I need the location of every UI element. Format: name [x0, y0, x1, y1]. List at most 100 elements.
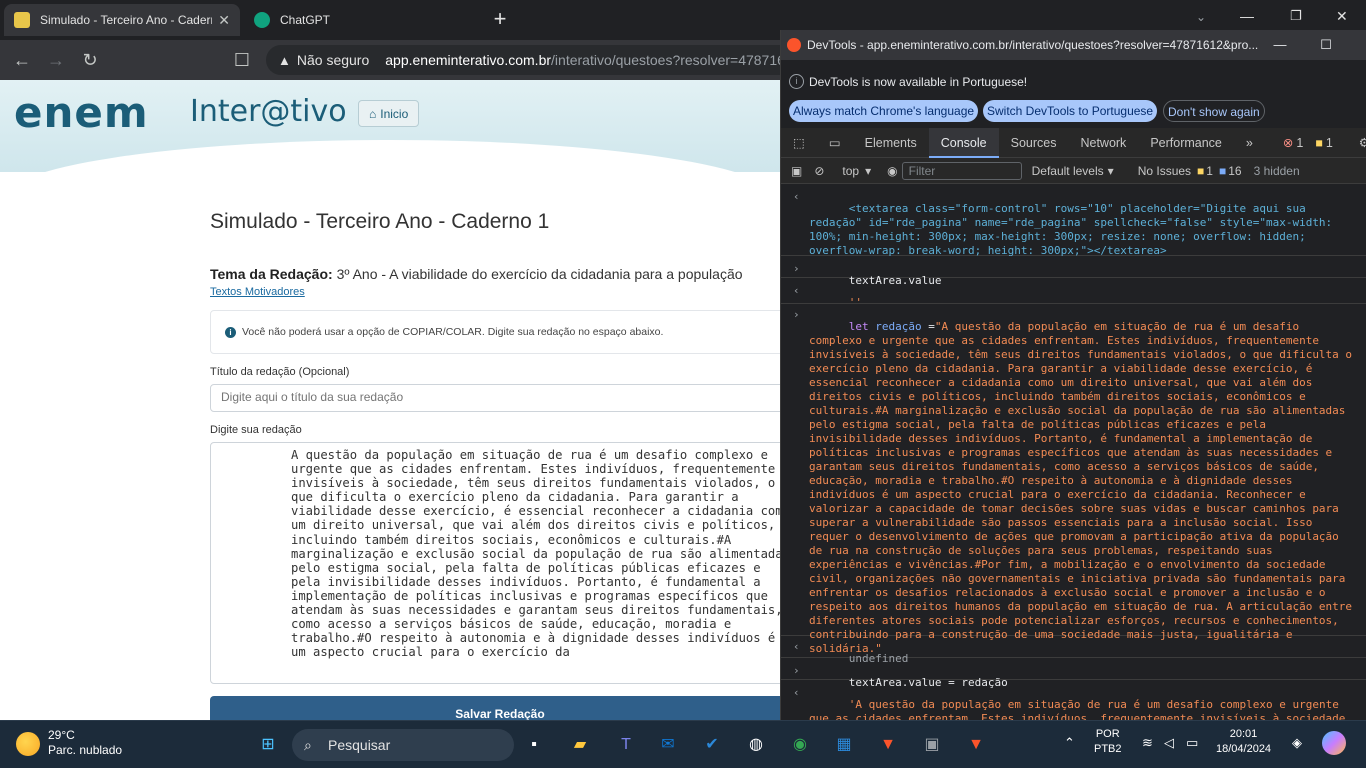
- essay-text: A questão da população em situação de ru…: [291, 448, 780, 660]
- brave-devtools-icon[interactable]: ▼: [960, 729, 992, 761]
- sidebar-icon[interactable]: ▣: [791, 164, 802, 178]
- copilot-icon[interactable]: [1322, 731, 1346, 755]
- device-icon[interactable]: ▭: [817, 128, 853, 158]
- notification-icon[interactable]: ◈: [1292, 735, 1302, 751]
- title-label: Título da redação (Opcional): [210, 366, 350, 378]
- tab-search-icon[interactable]: ⌄: [1196, 10, 1206, 24]
- back-icon[interactable]: ←: [8, 46, 36, 74]
- mail-icon[interactable]: ✉: [652, 729, 684, 761]
- home-icon: ⌂: [369, 106, 377, 121]
- info-icon: i: [789, 74, 804, 89]
- textarea-element[interactable]: <textarea class="form-control" rows="10"…: [809, 202, 1339, 257]
- close-tab-icon[interactable]: ✕: [218, 12, 230, 29]
- chrome-icon[interactable]: ◉: [784, 729, 816, 761]
- devtools-maximize-icon[interactable]: ☐: [1311, 32, 1341, 58]
- tab-title: Simulado - Terceiro Ano - Caderno 1: [40, 13, 212, 27]
- console-command: › let redação ="A questão da população em…: [781, 306, 1366, 655]
- web-page: enem Inter@tivo ⌂ Inicio Simulado - Terc…: [0, 80, 780, 720]
- more-tabs-icon[interactable]: »: [1234, 128, 1265, 158]
- theme-label: Tema da Redação:: [210, 266, 333, 282]
- wifi-icon[interactable]: ≋: [1142, 735, 1153, 751]
- essay-title-input[interactable]: Digite aqui o título da sua redação: [210, 384, 780, 412]
- tab-elements[interactable]: Elements: [853, 128, 929, 158]
- battery-icon[interactable]: ▭: [1186, 735, 1198, 751]
- new-tab-icon[interactable]: +: [486, 6, 514, 34]
- settings-icon[interactable]: ⚙: [1359, 135, 1366, 150]
- brave-taskbar-icon[interactable]: ▼: [872, 729, 904, 761]
- clock[interactable]: 20:01 18/04/2024: [1216, 727, 1271, 757]
- error-icon: ⊗: [1282, 136, 1294, 150]
- issue-info-count: 16: [1228, 163, 1242, 178]
- keyword: let: [848, 320, 869, 333]
- essay-label: Digite sua redação: [210, 424, 302, 436]
- switch-portuguese-button[interactable]: Switch DevTools to Portuguese: [983, 100, 1158, 122]
- motivating-texts-link[interactable]: Textos Motivadores: [210, 286, 305, 298]
- console-result-textarea: ‹ <textarea class="form-control" rows="10…: [781, 188, 1366, 257]
- weather-icon: [16, 732, 40, 756]
- result-arrow-icon: ‹: [793, 190, 800, 203]
- levels-select[interactable]: Default levels: [1032, 164, 1104, 178]
- inspect-icon[interactable]: ⬚: [781, 128, 817, 158]
- result-text: 'A questão da população em situação de r…: [809, 698, 1353, 720]
- save-essay-button[interactable]: Salvar Redação: [210, 696, 780, 720]
- start-icon[interactable]: ⊞: [252, 729, 284, 761]
- dell-icon[interactable]: ◍: [740, 729, 772, 761]
- warning-icon: ■: [1315, 135, 1323, 150]
- language-indicator[interactable]: POR PTB2: [1094, 727, 1122, 757]
- notice-text: Você não poderá usar a opção de COPIAR/C…: [242, 326, 664, 338]
- clear-console-icon[interactable]: ⊘: [814, 164, 824, 178]
- minimize-icon[interactable]: —: [1240, 8, 1254, 24]
- store-icon[interactable]: ▦: [828, 729, 860, 761]
- theme-text: 3º Ano - A viabilidade do exercício da c…: [336, 266, 743, 282]
- volume-icon[interactable]: ◁: [1164, 735, 1174, 751]
- prompt-icon: ›: [793, 664, 800, 677]
- enem-favicon-icon: [14, 12, 30, 28]
- filter-input[interactable]: Filter: [901, 161, 1022, 180]
- weather-widget[interactable]: 29°C Parc. nublado: [16, 728, 122, 758]
- console-output[interactable]: ‹ <textarea class="form-control" rows="10…: [781, 184, 1366, 720]
- devtools-title: DevTools - app.eneminterativo.com.br/int…: [807, 38, 1259, 52]
- tab-performance[interactable]: Performance: [1138, 128, 1234, 158]
- omnibox[interactable]: ▲ Não seguro app.eneminterativo.com.br/i…: [266, 45, 796, 75]
- result-arrow-icon: ‹: [793, 284, 800, 297]
- error-count[interactable]: 1: [1296, 136, 1303, 150]
- issue-info-icon: ■: [1218, 163, 1227, 178]
- devtools-minimize-icon[interactable]: —: [1265, 32, 1295, 58]
- eye-icon[interactable]: ◉: [887, 164, 897, 178]
- app-icon[interactable]: ▣: [916, 729, 948, 761]
- security-label: Não seguro: [296, 52, 370, 68]
- close-window-icon[interactable]: ✕: [1336, 8, 1348, 25]
- context-select[interactable]: top: [842, 164, 859, 178]
- taskbar-search[interactable]: ⌕ Pesquisar: [292, 729, 514, 761]
- task-view-icon[interactable]: ▪: [518, 729, 550, 761]
- teams-icon[interactable]: T: [610, 729, 642, 761]
- dont-show-button[interactable]: Don't show again: [1163, 100, 1265, 122]
- tab-console[interactable]: Console: [928, 127, 999, 158]
- chevron-down-icon: ▾: [1107, 163, 1114, 178]
- interativo-logo: Inter@tivo: [190, 94, 347, 129]
- tab-title: ChatGPT: [280, 13, 331, 27]
- warning-count[interactable]: 1: [1326, 136, 1333, 150]
- maximize-icon[interactable]: ❐: [1290, 8, 1302, 24]
- search-placeholder: Pesquisar: [328, 737, 391, 753]
- browser-tab-chatgpt[interactable]: ChatGPT: [244, 4, 474, 36]
- result-arrow-icon: ‹: [793, 686, 800, 699]
- tray-expand-icon[interactable]: ⌃: [1064, 735, 1075, 751]
- browser-tab-active[interactable]: Simulado - Terceiro Ano - Caderno 1 ✕: [4, 4, 240, 36]
- url-domain: app.eneminterativo.com.br: [385, 52, 552, 68]
- file-explorer-icon[interactable]: ▰: [564, 729, 596, 761]
- bookmark-icon[interactable]: ☐: [228, 46, 256, 74]
- essay-textarea[interactable]: A questão da população em situação de ru…: [210, 442, 780, 684]
- essay-theme: Tema da Redação: 3º Ano - A viabilidade …: [210, 266, 743, 282]
- search-icon: ⌕: [304, 737, 312, 753]
- reload-icon[interactable]: ↻: [76, 46, 104, 74]
- issues-label[interactable]: No Issues: [1138, 164, 1191, 178]
- chevron-down-icon: ▾: [865, 163, 872, 178]
- todo-icon[interactable]: ✔: [696, 729, 728, 761]
- home-button[interactable]: ⌂ Inicio: [358, 100, 420, 127]
- tab-sources[interactable]: Sources: [999, 128, 1069, 158]
- match-language-button[interactable]: Always match Chrome's language: [789, 100, 979, 122]
- forward-icon[interactable]: →: [42, 46, 70, 74]
- tab-network[interactable]: Network: [1068, 128, 1138, 158]
- devtools-window: DevTools - app.eneminterativo.com.br/int…: [780, 30, 1366, 720]
